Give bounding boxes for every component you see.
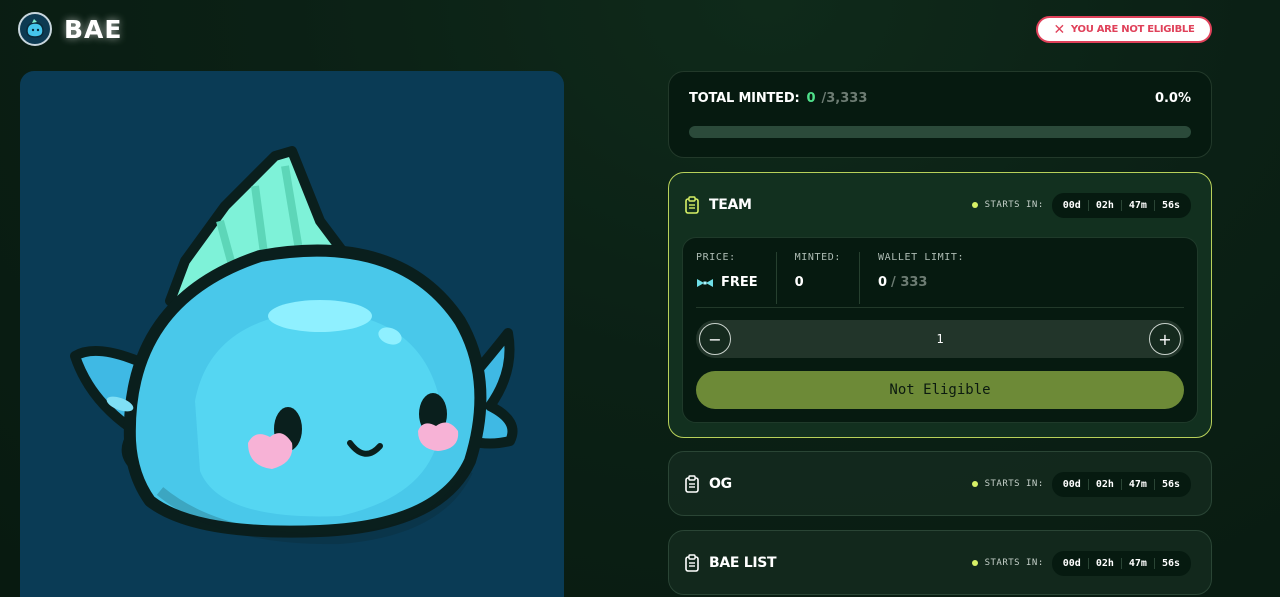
phase-card-og[interactable]: OG STARTS IN: 00d 02h 47m 56s	[668, 451, 1212, 516]
total-minted-label: TOTAL MINTED:	[689, 91, 800, 106]
countdown-timer: 00d 02h 47m 56s	[1051, 192, 1191, 218]
quantity-value[interactable]: 1	[936, 332, 943, 346]
timer-hours: 02h	[1089, 478, 1122, 490]
wallet-limit-stat: WALLET LIMIT: 0 / 333	[878, 252, 982, 304]
price-stat: PRICE: FREE	[696, 252, 777, 304]
timer-seconds: 56s	[1161, 478, 1180, 490]
eligibility-status-text: YOU ARE NOT ELIGIBLE	[1070, 24, 1195, 35]
minted-label: MINTED:	[794, 252, 841, 263]
clipboard-icon	[685, 554, 699, 572]
phase-card-team[interactable]: TEAM STARTS IN: 00d 02h 47m 56s PRICE: F…	[668, 172, 1212, 438]
wallet-limit-max: / 333	[891, 275, 928, 290]
clipboard-icon	[685, 196, 699, 214]
timer-minutes: 47m	[1122, 557, 1155, 569]
price-label: PRICE:	[696, 252, 736, 263]
fish-avatar-icon	[18, 12, 52, 46]
timer-seconds: 56s	[1161, 557, 1180, 569]
mint-details-card: PRICE: FREE MINTED: 0 WALLET LIMIT: 0 / …	[682, 237, 1198, 423]
nft-artwork	[20, 71, 564, 597]
starts-in-label: STARTS IN:	[984, 558, 1044, 568]
brand-logo[interactable]: BAE	[18, 12, 122, 46]
phase-title: OG	[709, 476, 732, 492]
countdown-timer: 00d 02h 47m 56s	[1051, 471, 1191, 497]
brand-name: BAE	[64, 14, 123, 44]
timer-minutes: 47m	[1122, 478, 1155, 490]
quantity-stepper: − 1 +	[696, 320, 1184, 358]
timer-minutes: 47m	[1122, 199, 1155, 211]
timer-days: 00d	[1056, 478, 1089, 490]
total-minted-panel: TOTAL MINTED: 0 /3,333 0.0%	[668, 71, 1212, 158]
timer-hours: 02h	[1089, 557, 1122, 569]
minted-stat: MINTED: 0	[795, 252, 860, 304]
status-dot	[971, 481, 978, 487]
timer-seconds: 56s	[1161, 199, 1180, 211]
eligibility-status-badge: ✕ YOU ARE NOT ELIGIBLE	[1036, 16, 1212, 43]
mint-progress-bar	[689, 126, 1191, 138]
close-icon: ✕	[1053, 21, 1065, 38]
total-minted-count: 0	[806, 91, 816, 106]
starts-in-label: STARTS IN:	[984, 479, 1044, 489]
starts-in-label: STARTS IN:	[984, 200, 1044, 210]
status-dot	[971, 202, 978, 208]
phase-title: BAE LIST	[709, 555, 777, 571]
total-supply: /3,333	[821, 91, 868, 106]
mint-button[interactable]: Not Eligible	[696, 371, 1184, 409]
price-value: FREE	[721, 275, 758, 290]
status-dot	[971, 560, 978, 566]
phase-card-bae-list[interactable]: BAE LIST STARTS IN: 00d 02h 47m 56s	[668, 530, 1212, 595]
wallet-limit-label: WALLET LIMIT:	[878, 252, 965, 263]
wallet-limit-used: 0	[878, 275, 888, 290]
timer-days: 00d	[1056, 557, 1089, 569]
decrement-button[interactable]: −	[699, 323, 731, 355]
increment-button[interactable]: +	[1148, 323, 1181, 355]
countdown-timer: 00d 02h 47m 56s	[1051, 550, 1191, 576]
minted-percentage: 0.0%	[1154, 91, 1191, 106]
timer-days: 00d	[1056, 199, 1089, 211]
bow-tie-icon	[697, 278, 713, 287]
divider	[696, 307, 1184, 308]
phase-title: TEAM	[709, 197, 752, 213]
minted-value: 0	[794, 275, 804, 290]
timer-hours: 02h	[1089, 199, 1122, 211]
clipboard-icon	[685, 475, 699, 493]
